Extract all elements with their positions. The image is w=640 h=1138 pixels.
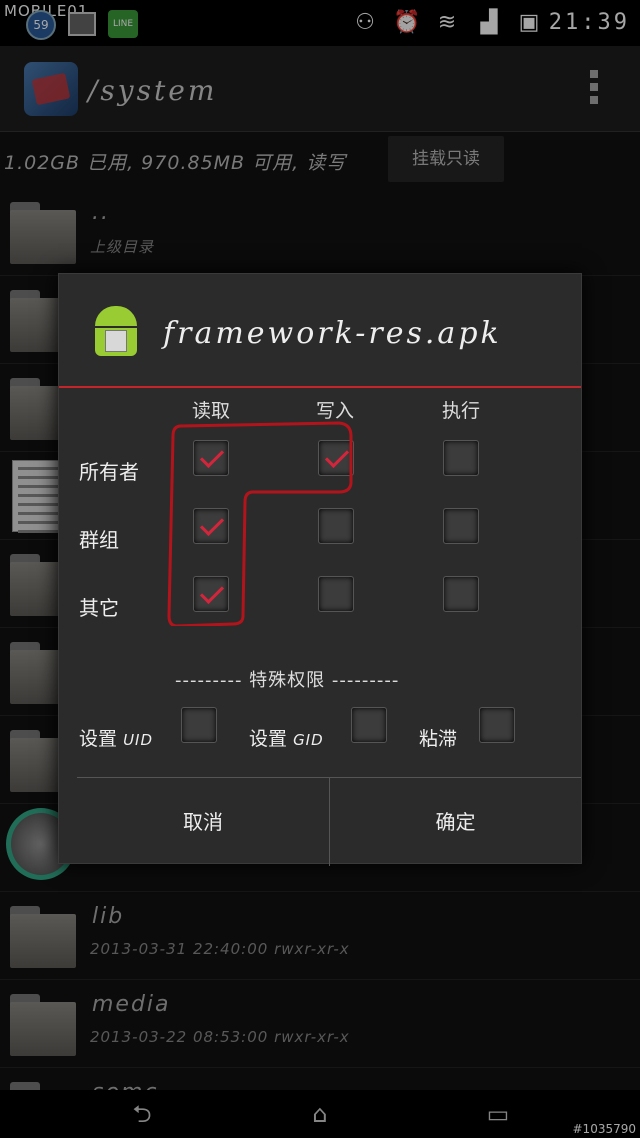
cancel-button[interactable]: 取消 bbox=[77, 778, 329, 866]
dialog-header: framework-res.apk bbox=[59, 274, 581, 388]
sticky-checkbox[interactable] bbox=[479, 707, 515, 743]
row-label-other: 其它 bbox=[79, 596, 119, 620]
set-uid-checkbox[interactable] bbox=[181, 707, 217, 743]
annotation-outline bbox=[167, 421, 353, 626]
set-gid-label: 设置 GID bbox=[249, 728, 324, 750]
confirm-button[interactable]: 确定 bbox=[330, 778, 581, 866]
column-execute: 执行 bbox=[441, 400, 480, 422]
android-apk-icon bbox=[89, 304, 143, 360]
row-label-group: 群组 bbox=[79, 528, 119, 552]
row-label-owner: 所有者 bbox=[79, 460, 139, 484]
permissions-dialog: framework-res.apk 读取 写入 执行 所有者 群组 其它 ---… bbox=[58, 273, 582, 866]
special-permissions-header: --------- 特殊权限 --------- bbox=[175, 670, 400, 691]
group-execute-checkbox[interactable] bbox=[443, 508, 479, 544]
dialog-buttons: 取消 确定 bbox=[77, 777, 581, 866]
column-write: 写入 bbox=[315, 400, 354, 422]
set-gid-checkbox[interactable] bbox=[351, 707, 387, 743]
dialog-title: framework-res.apk bbox=[163, 316, 502, 351]
other-execute-checkbox[interactable] bbox=[443, 576, 479, 612]
owner-execute-checkbox[interactable] bbox=[443, 440, 479, 476]
column-read: 读取 bbox=[191, 400, 230, 422]
sticky-label: 粘滞 bbox=[419, 728, 458, 750]
set-uid-label: 设置 UID bbox=[79, 728, 154, 750]
